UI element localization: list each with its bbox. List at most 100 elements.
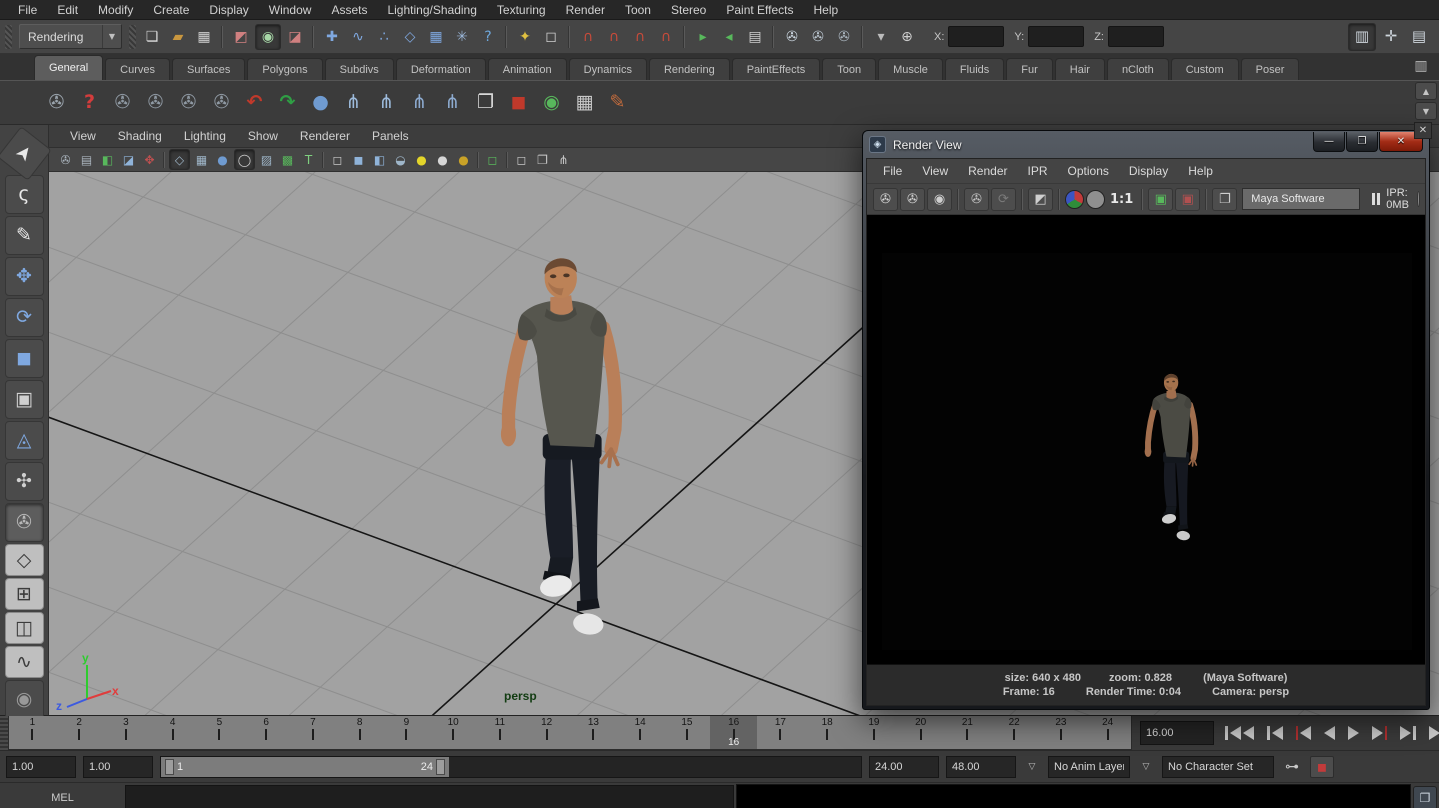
select-object-icon[interactable]: ◉ [255, 24, 281, 50]
command-line-input[interactable] [125, 785, 734, 808]
panel-menu-item[interactable]: Lighting [173, 127, 237, 146]
smooth-shade-icon[interactable]: ◯ [234, 149, 255, 170]
timeline-frame[interactable]: 1 [9, 716, 56, 749]
playback-start-field[interactable] [83, 756, 153, 778]
use-default-light-icon[interactable]: ● [433, 150, 452, 169]
quick-help-icon[interactable]: ? [476, 25, 500, 49]
2d-pan-zoom-icon[interactable]: ✥ [140, 150, 159, 169]
camera-and-aim-icon[interactable]: ✇ [140, 87, 171, 118]
menu-item[interactable]: Modify [88, 0, 143, 19]
render-area[interactable] [867, 215, 1425, 664]
shelf-scroll-up-icon[interactable]: ▲ [1415, 82, 1437, 100]
lock-selection-icon[interactable]: ✦ [513, 25, 537, 49]
snap-to-view-plane-icon[interactable]: ◇ [398, 25, 422, 49]
menu-item[interactable]: Lighting/Shading [377, 0, 486, 19]
shelf-tab[interactable]: Rendering [649, 58, 730, 80]
xray-icon[interactable]: ◼ [349, 150, 368, 169]
x-field[interactable] [948, 26, 1004, 47]
snap-to-grid-icon[interactable]: ✚ [320, 25, 344, 49]
render-current-frame-icon[interactable]: ✇ [780, 25, 804, 49]
exposure-icon[interactable]: ◒ [391, 150, 410, 169]
range-end-handle[interactable] [436, 759, 445, 775]
tool-settings-icon[interactable]: ✛ [1378, 24, 1404, 50]
region-render-icon[interactable]: ◩ [1028, 188, 1053, 211]
shelf-tab[interactable]: Curves [105, 58, 170, 80]
isolate-select-icon[interactable]: ◻ [328, 150, 347, 169]
shelf-tab[interactable]: Hair [1055, 58, 1105, 80]
render-flipbook-icon[interactable]: ✇ [41, 87, 72, 118]
shelf-tab[interactable]: Deformation [396, 58, 486, 80]
shelf-tab[interactable]: Custom [1171, 58, 1239, 80]
dag-parent-icon[interactable]: ⋔ [437, 87, 468, 118]
dag-object-icon[interactable]: ⋔ [404, 87, 435, 118]
camera-stereo-icon[interactable]: ✇ [206, 87, 237, 118]
render-view-menu-item[interactable]: View [912, 162, 958, 181]
hypergraph-connections-icon[interactable]: ⋔ [371, 87, 402, 118]
poly-group-icon[interactable]: ▦ [569, 87, 600, 118]
input-connections-icon[interactable]: ▸ [691, 25, 715, 49]
range-start-handle[interactable] [165, 759, 174, 775]
film-gate-icon[interactable]: ▦ [192, 150, 211, 169]
go-to-end-button[interactable] [1424, 723, 1439, 743]
pane-close-icon[interactable]: ✕ [1414, 122, 1432, 139]
go-to-start-button[interactable] [1220, 723, 1259, 743]
connections-icon[interactable]: ⋔ [554, 150, 573, 169]
timeline-frame[interactable]: 11 [477, 716, 524, 749]
last-tool-camera[interactable]: ✇ [5, 503, 44, 542]
remove-image-icon[interactable]: ▣ [1175, 188, 1200, 211]
menu-set-dropdown[interactable]: Rendering ▼ [19, 24, 122, 49]
image-plane-icon[interactable]: ◪ [119, 150, 138, 169]
timeline-frame[interactable]: 6 [243, 716, 290, 749]
outliner-window-icon[interactable]: ❐ [470, 87, 501, 118]
shelf-tab[interactable]: Fur [1006, 58, 1053, 80]
make-live-icon[interactable]: ✳ [450, 25, 474, 49]
maximize-button[interactable]: ❐ [1346, 132, 1378, 152]
shelf-tab[interactable]: nCloth [1107, 58, 1169, 80]
highlight-selection-icon[interactable]: ◻ [539, 25, 563, 49]
panel-menu-item[interactable]: Renderer [289, 127, 361, 146]
use-all-lights-icon[interactable]: ● [412, 150, 431, 169]
render-icon[interactable]: ✇ [873, 188, 898, 211]
character-set-field[interactable] [1162, 756, 1274, 778]
menu-item[interactable]: Create [143, 0, 199, 19]
magnet-curve-icon[interactable]: ∩ [602, 25, 626, 49]
timeline-frame[interactable]: 13 [570, 716, 617, 749]
alpha-channel-icon[interactable] [1086, 190, 1105, 209]
menu-item[interactable]: File [8, 0, 47, 19]
render-view-window[interactable]: ◈ Render View —❐✕ FileViewRenderIPROptio… [862, 130, 1430, 710]
pause-ipr-icon[interactable] [1372, 193, 1380, 205]
refresh-ipr-icon[interactable]: ⟳ [991, 188, 1016, 211]
timeline-frame[interactable]: 2 [56, 716, 103, 749]
timeline-frame[interactable]: 16 16 [710, 716, 757, 749]
render-settings-icon[interactable]: ✇ [832, 25, 856, 49]
layout-four-view[interactable]: ⊞ [5, 578, 44, 610]
use-selected-light-icon[interactable]: ● [454, 150, 473, 169]
shelf-tab[interactable]: Toon [822, 58, 876, 80]
timeline-frame[interactable]: 23 [1038, 716, 1085, 749]
snapshot-icon[interactable]: ◉ [927, 188, 952, 211]
shelf-tab[interactable]: Subdivs [325, 58, 394, 80]
menu-item[interactable]: Toon [615, 0, 661, 19]
timeline-frame[interactable]: 20 [897, 716, 944, 749]
timeline-frame[interactable]: 24 [1084, 716, 1131, 749]
make-live-surface-icon[interactable]: ◉ [536, 87, 567, 118]
select-tool[interactable]: ➤ [0, 126, 51, 181]
playback-end-field[interactable] [869, 756, 939, 778]
timeline-frame[interactable]: 18 [804, 716, 851, 749]
timeline-frame[interactable]: 22 [991, 716, 1038, 749]
menu-item[interactable]: Texturing [487, 0, 556, 19]
layout-single-persp[interactable]: ◇ [5, 544, 44, 576]
grid-toggle-icon[interactable]: ◇ [169, 149, 190, 170]
camera-attributes-icon[interactable]: ▤ [77, 150, 96, 169]
snap-to-point-icon[interactable]: ∴ [372, 25, 396, 49]
command-line-mode-label[interactable]: MEL [0, 792, 125, 804]
lasso-select-tool[interactable]: ς [5, 175, 44, 214]
render-view-menu-item[interactable]: File [873, 162, 912, 181]
shelf-scroll-down-icon[interactable]: ▼ [1415, 102, 1437, 120]
status-line-grip[interactable] [129, 25, 136, 49]
save-scene-icon[interactable]: ▦ [192, 25, 216, 49]
construction-history-icon[interactable]: ▤ [743, 25, 767, 49]
timeline-frame[interactable]: 14 [617, 716, 664, 749]
render-view-menu-item[interactable]: Options [1058, 162, 1119, 181]
timeline-frame[interactable]: 7 [290, 716, 337, 749]
